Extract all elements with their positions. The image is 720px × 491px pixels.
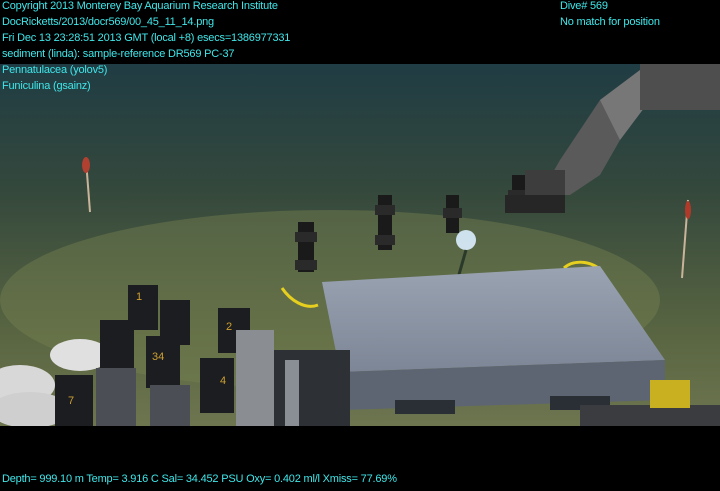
overlay-sensor-readout: Depth= 999.10 m Temp= 3.916 C Sal= 34.45… bbox=[2, 473, 397, 485]
overlay-position-status: No match for position bbox=[560, 16, 660, 28]
overlay-sample-reference: sediment (linda): sample-reference DR569… bbox=[2, 48, 235, 60]
vehicle-frame-bottom bbox=[270, 350, 350, 426]
overlay-filename: DocRicketts/2013/docr569/00_45_11_14.png bbox=[2, 16, 214, 28]
core-label-7: 7 bbox=[68, 395, 74, 407]
core-label-4: 4 bbox=[220, 375, 226, 387]
overlay-copyright: Copyright 2013 Monterey Bay Aquarium Res… bbox=[2, 0, 278, 12]
pushcore-1 bbox=[295, 222, 317, 272]
core-label-2: 2 bbox=[226, 321, 232, 333]
sample-tray bbox=[322, 266, 665, 414]
overlay-annotation-pennatulacea: Pennatulacea (yolov5) bbox=[2, 64, 108, 76]
overlay-dive-number: Dive# 569 bbox=[560, 0, 608, 12]
core-label-34: 34 bbox=[152, 351, 164, 363]
overlay-top-left: Copyright 2013 Monterey Bay Aquarium Res… bbox=[2, 0, 290, 94]
core-label-1: 1 bbox=[136, 291, 142, 303]
pushcore-2 bbox=[375, 195, 395, 250]
white-float bbox=[456, 230, 476, 250]
overlay-top-right: Dive# 569 No match for position bbox=[560, 0, 660, 30]
overlay-annotation-funiculina: Funiculina (gsainz) bbox=[2, 80, 91, 92]
overlay-timestamp: Fri Dec 13 23:28:51 2013 GMT (local +8) … bbox=[2, 32, 291, 44]
